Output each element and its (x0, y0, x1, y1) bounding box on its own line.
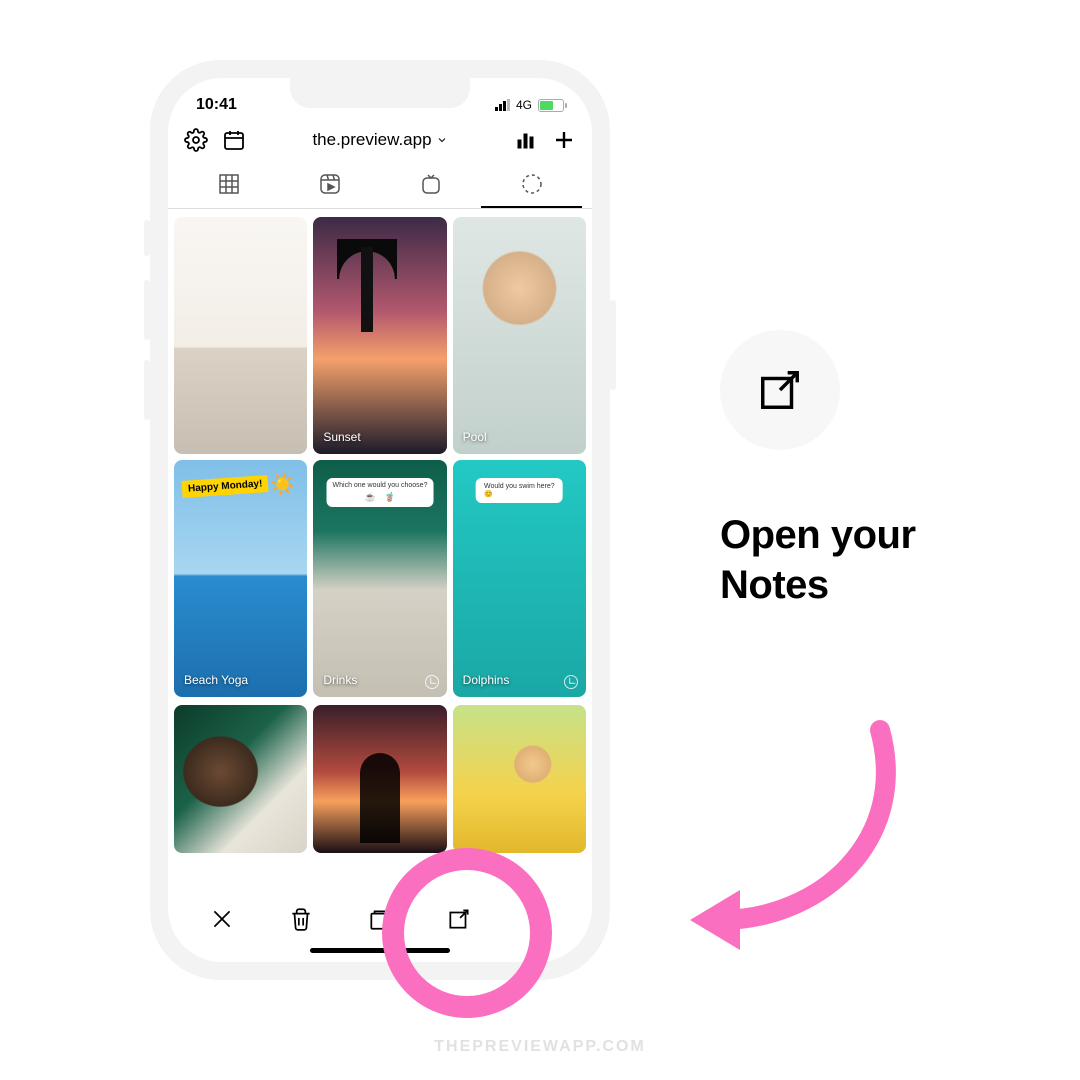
story-cell[interactable]: Sunset (313, 217, 446, 454)
tab-reels[interactable] (279, 162, 380, 208)
phone-screen: 10:41 4G the.preview.app (168, 78, 592, 962)
account-dropdown[interactable]: the.preview.app (260, 130, 500, 150)
annotation-arrow (680, 700, 930, 960)
poll-option: 🧋 (384, 492, 395, 503)
phone-notch (290, 78, 470, 108)
poll-question: Would you swim here? (484, 483, 555, 490)
compose-icon (757, 367, 803, 413)
story-cell[interactable]: Which one would you choose? ☕ 🧋 Drinks (313, 460, 446, 697)
trash-icon[interactable] (288, 906, 314, 932)
story-label: Beach Yoga (184, 673, 248, 687)
mute-switch (144, 220, 150, 256)
power-button (610, 300, 616, 390)
account-name: the.preview.app (312, 130, 431, 150)
volume-up (144, 280, 150, 340)
story-label: Sunset (323, 430, 360, 444)
status-right: 4G (495, 98, 564, 112)
story-cell[interactable] (174, 705, 307, 853)
status-time: 10:41 (196, 96, 237, 114)
story-cell[interactable]: Pool (453, 217, 586, 454)
story-cell[interactable]: Would you swim here? 😊 Dolphins (453, 460, 586, 697)
content-tabs (168, 162, 592, 209)
add-icon[interactable] (552, 128, 576, 152)
chevron-down-icon (436, 134, 448, 146)
battery-icon (538, 99, 564, 112)
sun-icon: ☀️ (270, 472, 295, 497)
watermark: THEPREVIEWAPP.COM (434, 1038, 646, 1056)
story-label: Pool (463, 430, 487, 444)
annotation-circle (382, 848, 552, 1018)
story-label: Drinks (323, 673, 357, 687)
scheduled-icon (425, 675, 439, 689)
story-cell[interactable] (453, 705, 586, 853)
instruction-icon-bubble (720, 330, 840, 450)
instruction-text: Open your Notes (720, 510, 1020, 610)
phone-frame: 10:41 4G the.preview.app (150, 60, 610, 980)
poll-option: ☕ (365, 492, 376, 503)
signal-icon (495, 99, 510, 111)
story-cell[interactable]: ☀️ Happy Monday! Beach Yoga (174, 460, 307, 697)
instruction-panel: Open your Notes (720, 330, 1020, 610)
instruction-line2: Notes (720, 560, 1020, 610)
settings-icon[interactable] (184, 128, 208, 152)
story-label: Dolphins (463, 673, 510, 687)
tab-stories[interactable] (481, 162, 582, 208)
poll-sticker: Which one would you choose? ☕ 🧋 (327, 478, 434, 507)
analytics-icon[interactable] (514, 128, 538, 152)
poll-sticker: Would you swim here? 😊 (476, 478, 563, 503)
instruction-line1: Open your (720, 510, 1020, 560)
scheduled-icon (564, 675, 578, 689)
network-label: 4G (516, 98, 532, 112)
close-icon[interactable] (209, 906, 235, 932)
story-grid: Sunset Pool ☀️ Happy Monday! Beach Yoga … (168, 209, 592, 705)
story-grid-row3 (168, 705, 592, 861)
volume-down (144, 360, 150, 420)
app-header: the.preview.app (168, 114, 592, 162)
story-cell[interactable] (174, 217, 307, 454)
poll-option: 😊 (484, 490, 555, 498)
story-cell[interactable] (313, 705, 446, 853)
sticker-label: Happy Monday! (182, 475, 269, 498)
tab-igtv[interactable] (380, 162, 481, 208)
tab-grid[interactable] (178, 162, 279, 208)
calendar-icon[interactable] (222, 128, 246, 152)
poll-question: Which one would you choose? (333, 482, 428, 489)
